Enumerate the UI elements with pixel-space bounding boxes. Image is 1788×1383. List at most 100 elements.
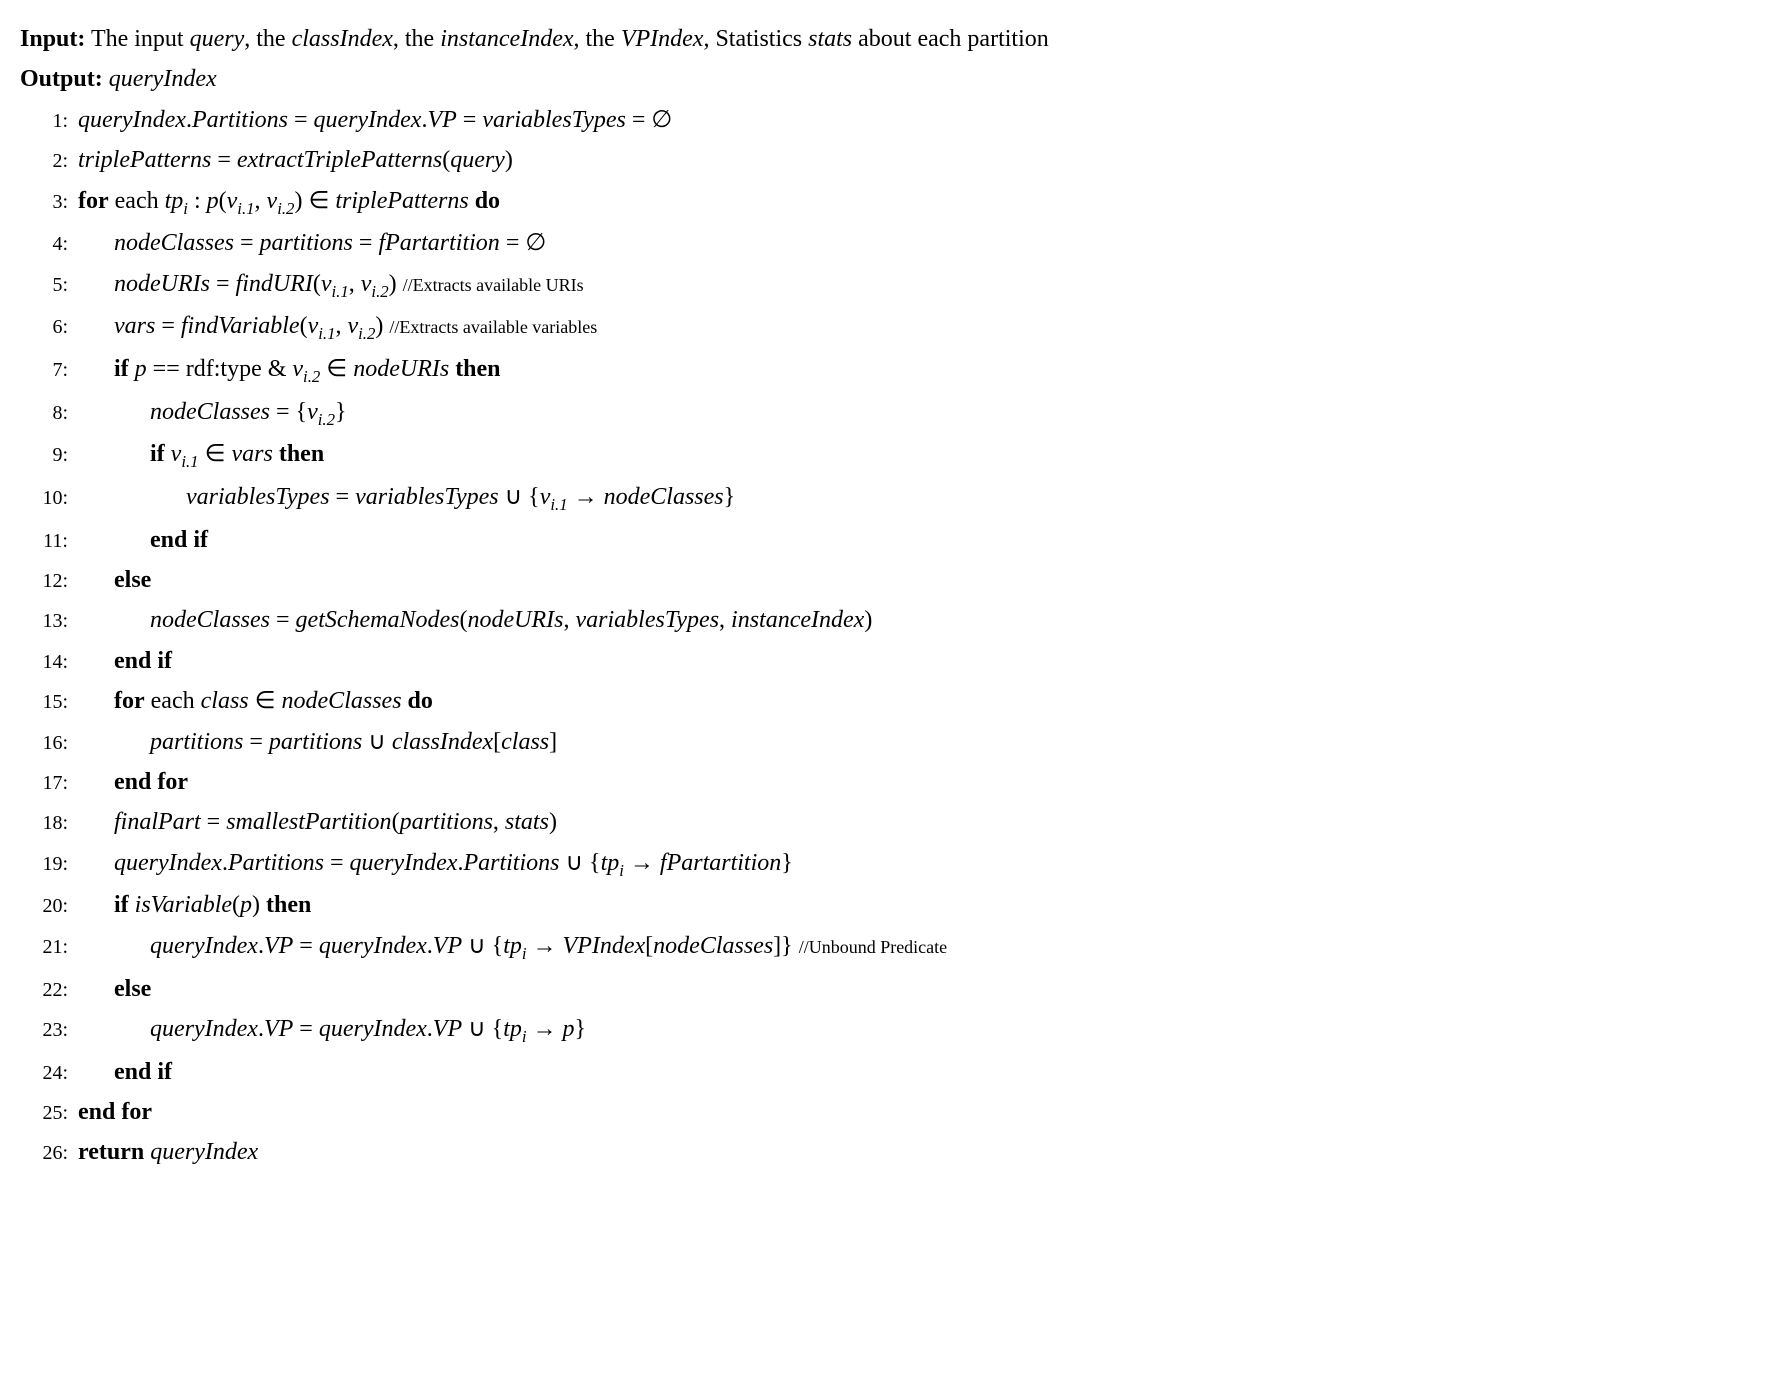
op: → xyxy=(568,484,604,510)
paren: ( xyxy=(300,313,308,339)
op: [ xyxy=(645,933,653,959)
var: nodeClasses xyxy=(653,933,773,959)
paren: ( xyxy=(442,147,450,173)
code-line: 23: queryIndex.VP = queryIndex.VP ∪ {tpi… xyxy=(20,1010,1768,1051)
var: v xyxy=(347,313,358,339)
var: class xyxy=(501,729,549,755)
input-param-instanceIndex: instanceIndex xyxy=(440,26,573,52)
code-line: 2: triplePatterns = extractTriplePattern… xyxy=(20,141,1768,179)
line-number: 5: xyxy=(20,269,78,301)
line-number: 10: xyxy=(20,482,78,514)
var: nodeClasses xyxy=(114,230,234,256)
op: ∪ xyxy=(362,729,392,755)
func: findURI xyxy=(236,271,313,297)
op: ∪ { xyxy=(559,850,600,876)
keyword-then: then xyxy=(449,356,500,382)
var: nodeURIs xyxy=(468,607,564,633)
code-line: 15: for each class ∈ nodeClasses do xyxy=(20,682,1768,720)
var: nodeClasses xyxy=(150,607,270,633)
code-line: 11: end if xyxy=(20,521,1768,559)
var: stats xyxy=(505,809,549,835)
code-line: 1: queryIndex.Partitions = queryIndex.VP… xyxy=(20,101,1768,139)
var: classIndex xyxy=(392,729,493,755)
var: p xyxy=(135,356,147,382)
line-number: 24: xyxy=(20,1057,78,1089)
op: = xyxy=(293,933,319,959)
subscript: i.2 xyxy=(358,324,375,343)
keyword-do: do xyxy=(402,688,433,714)
code-line: 17: end for xyxy=(20,763,1768,801)
code-content: for each tpi : p(vi.1, vi.2) ∈ triplePat… xyxy=(78,182,1768,223)
op: = { xyxy=(270,399,307,425)
line-number: 22: xyxy=(20,974,78,1006)
op: = xyxy=(210,271,236,297)
paren: ( xyxy=(219,188,227,214)
op: , xyxy=(335,313,347,339)
keyword-if: if xyxy=(150,441,171,467)
var: queryIndex xyxy=(150,933,258,959)
paren: ( xyxy=(460,607,468,633)
var: p xyxy=(240,892,252,918)
line-number: 20: xyxy=(20,890,78,922)
code-content: nodeClasses = partitions = fPartartition… xyxy=(78,224,1768,262)
algorithm-block: Input: The input query, the classIndex, … xyxy=(20,20,1768,1172)
var: VP xyxy=(433,1016,462,1042)
var: Partitions xyxy=(228,850,324,876)
op: = xyxy=(293,1016,319,1042)
line-number: 26: xyxy=(20,1137,78,1169)
op: = xyxy=(288,107,314,133)
op: , xyxy=(349,271,361,297)
var: partitions xyxy=(269,729,362,755)
input-label: Input: xyxy=(20,26,85,52)
op: } xyxy=(724,484,736,510)
var: queryIndex xyxy=(350,850,458,876)
code-content: else xyxy=(78,970,1768,1008)
op: = xyxy=(155,313,181,339)
var: fPartartition xyxy=(378,230,499,256)
var: v xyxy=(307,399,318,425)
paren: ) xyxy=(549,809,557,835)
line-number: 4: xyxy=(20,228,78,260)
subscript: i.1 xyxy=(318,324,335,343)
code-content: finalPart = smallestPartition(partitions… xyxy=(78,803,1768,841)
op: } xyxy=(575,1016,587,1042)
var: triplePatterns xyxy=(335,188,468,214)
var: nodeURIs xyxy=(114,271,210,297)
paren: ) xyxy=(252,892,260,918)
keyword-then: then xyxy=(273,441,324,467)
var: VPIndex xyxy=(563,933,646,959)
code-content: nodeClasses = getSchemaNodes(nodeURIs, v… xyxy=(78,601,1768,639)
line-number: 23: xyxy=(20,1014,78,1046)
line-number: 15: xyxy=(20,686,78,718)
op: = xyxy=(270,607,296,633)
code-line: 16: partitions = partitions ∪ classIndex… xyxy=(20,723,1768,761)
var: queryIndex xyxy=(114,850,222,876)
code-content: nodeURIs = findURI(vi.1, vi.2) //Extract… xyxy=(78,265,1768,306)
line-number: 18: xyxy=(20,807,78,839)
var: v xyxy=(540,484,551,510)
keyword-return: return xyxy=(78,1139,150,1165)
input-param-classIndex: classIndex xyxy=(292,26,393,52)
var: v xyxy=(361,271,372,297)
keyword-endif: end if xyxy=(150,527,208,553)
op: → xyxy=(624,850,660,876)
code-content: if isVariable(p) then xyxy=(78,886,1768,924)
code-content: else xyxy=(78,561,1768,599)
code-content: end if xyxy=(78,1053,1768,1091)
code-content: if vi.1 ∈ vars then xyxy=(78,435,1768,476)
op: ∪ { xyxy=(462,1016,503,1042)
code-content: end if xyxy=(78,642,1768,680)
line-number: 3: xyxy=(20,186,78,218)
op: , xyxy=(719,607,731,633)
var: queryIndex xyxy=(78,107,186,133)
output-header: Output: queryIndex xyxy=(20,60,1768,98)
code-line: 26: return queryIndex xyxy=(20,1133,1768,1171)
input-text: , Statistics xyxy=(703,26,808,52)
code-content: end if xyxy=(78,521,1768,559)
op: : xyxy=(188,188,207,214)
var: tp xyxy=(503,933,522,959)
var: Partitions xyxy=(192,107,288,133)
subscript: i.1 xyxy=(181,452,198,471)
keyword-if: if xyxy=(114,356,135,382)
keyword-endif: end if xyxy=(114,648,172,674)
